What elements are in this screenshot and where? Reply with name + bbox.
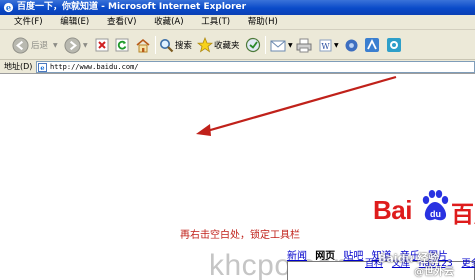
svg-text:e: e [6,2,11,12]
print-icon [296,38,312,52]
menu-view[interactable]: 查看(V) [92,15,136,30]
favorites-button[interactable]: 收藏夹 [197,35,240,55]
research-button[interactable] [386,35,402,55]
refresh-icon [115,38,129,52]
menu-edit[interactable]: 编辑(E) [45,15,89,30]
document-edit-icon: W [319,39,332,51]
address-input[interactable]: http://www.baidu.com/ [36,61,475,73]
window-title: 百度一下，你就知道 - Microsoft Internet Explorer [17,2,247,12]
messenger-icon [365,38,379,52]
media-button[interactable] [245,35,261,55]
menu-help[interactable]: 帮助(H) [233,15,278,30]
menu-file[interactable]: 文件(F) [0,15,43,30]
edit-button[interactable]: W ▼ [318,35,339,55]
ie-icon: e [3,2,14,12]
mail-dropdown-icon[interactable]: ▼ [288,42,293,49]
page-icon: e [38,63,47,72]
menu-favorites[interactable]: 收藏(A) [139,15,183,30]
search-label: 搜索 [175,41,193,51]
forward-button[interactable]: ▼ [64,35,88,55]
stop-button[interactable] [95,35,109,55]
menu-bar: 文件(F) 编辑(E) 查看(V) 收藏(A) 工具(T) 帮助(H) [0,15,475,30]
star-icon [197,37,213,53]
svg-text:e: e [40,64,44,72]
title-bar: e 百度一下，你就知道 - Microsoft Internet Explore… [0,0,475,15]
stop-icon [95,38,109,52]
search-button[interactable]: 搜索 [159,35,192,55]
research-icon [387,38,401,52]
annotation-arrow [196,75,397,136]
back-label: 后退 [31,41,49,51]
back-arrow-icon [12,36,29,54]
discuss-icon [345,39,358,51]
back-dropdown-icon[interactable]: ▼ [53,42,58,49]
print-button[interactable] [296,35,312,55]
mail-button[interactable]: ▼ [270,35,293,55]
edit-dropdown-icon[interactable]: ▼ [334,42,339,49]
discuss-button[interactable] [344,35,359,55]
messenger-button[interactable] [364,35,380,55]
address-bar: 地址(D) http://www.baidu.com/ e [0,60,475,74]
svg-text:W: W [321,42,330,51]
media-icon [245,37,261,53]
search-icon [160,38,174,52]
favorites-label: 收藏夹 [214,41,240,51]
forward-dropdown-icon[interactable]: ▼ [83,42,88,49]
menu-tools[interactable]: 工具(T) [186,15,230,30]
refresh-button[interactable] [115,35,129,55]
home-icon [136,38,150,52]
address-label: 地址(D) [4,62,33,71]
ie-window: e 百度一下，你就知道 - Microsoft Internet Explore… [0,0,475,280]
forward-arrow-icon [64,36,81,54]
page-content[interactable]: Bai du 百度 再右击空白处，锁定工具栏 khcpo.com 新闻 网页 贴… [0,75,475,280]
mail-icon [270,40,286,51]
back-button[interactable]: 后退 ▼ [12,35,58,55]
standard-toolbar: 后退 ▼ ▼ 搜索 收藏夹 ▼ W ▼ [0,30,475,60]
home-button[interactable] [135,35,151,55]
